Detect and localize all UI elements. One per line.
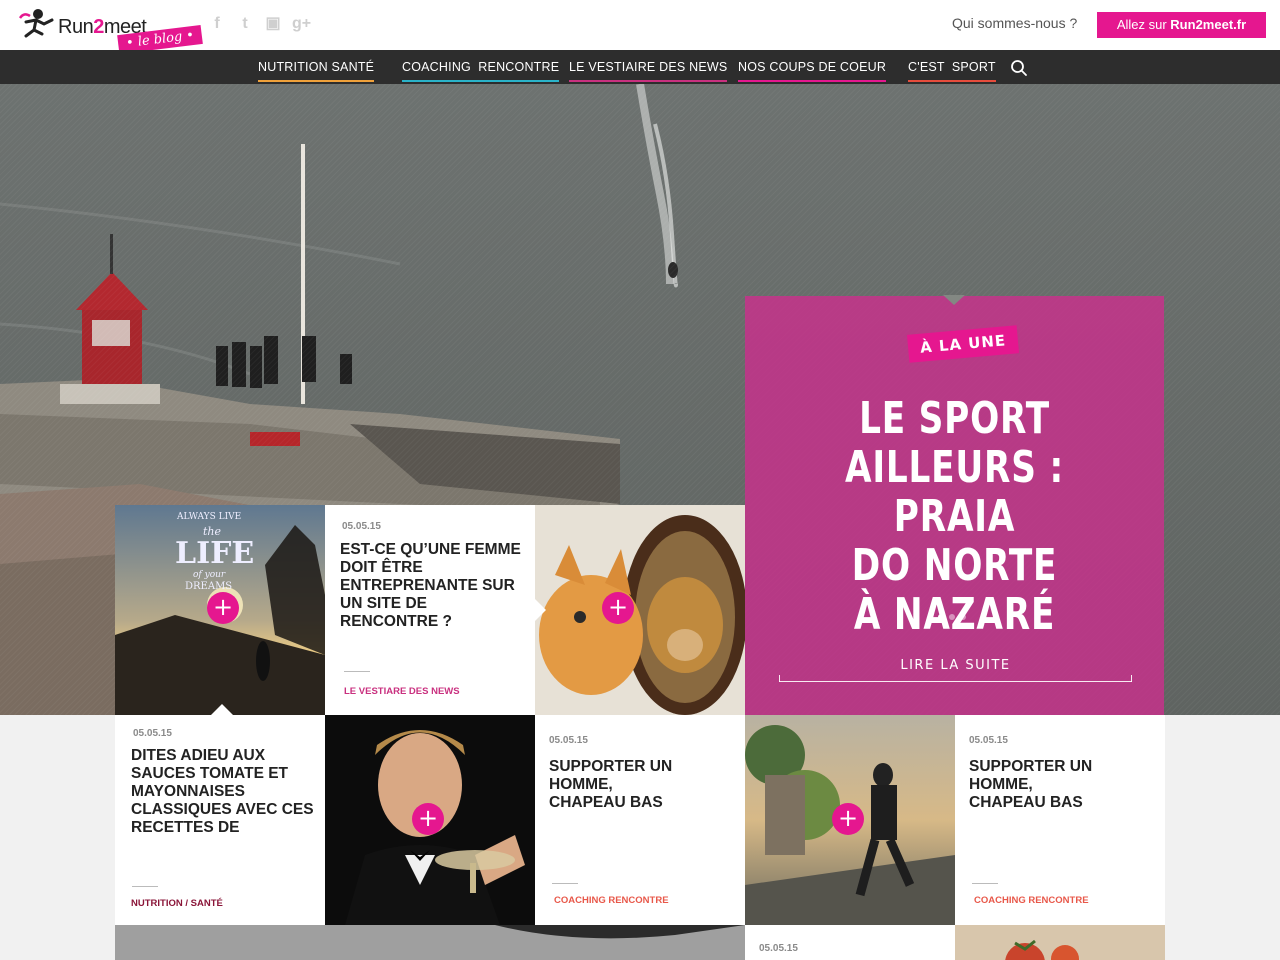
search-icon[interactable] <box>1010 59 1028 77</box>
card-pointer <box>211 704 233 715</box>
featured-tag: À LA UNE <box>906 325 1020 363</box>
card-pointer <box>535 599 546 621</box>
page: Run2meet • le blog • f t ▣ g+ Qui sommes… <box>0 0 1280 960</box>
nav-underline <box>569 80 728 82</box>
plus-button[interactable]: + <box>602 592 634 624</box>
featured-title-line: DO NORTE <box>851 540 1058 591</box>
twitter-icon[interactable]: t <box>236 14 254 34</box>
featured-article-panel[interactable]: À LA UNE LE SPORT AILLEURS : PRAIA DO NO… <box>745 295 1164 715</box>
plus-button[interactable]: + <box>412 803 444 835</box>
card-image-cat-lion[interactable]: + <box>535 505 745 715</box>
carousel-dot[interactable] <box>960 614 966 620</box>
wide-photo <box>115 925 745 960</box>
quote-text: of your <box>193 570 226 580</box>
read-more-link[interactable]: LIRE LA SUITE <box>779 656 1132 682</box>
card-image-runner[interactable]: + <box>745 715 955 925</box>
card-date: 05.05.15 <box>549 735 588 746</box>
nav-underline <box>402 80 560 82</box>
card-image-life-dreams[interactable]: ALWAYS LIVE the LIFE of your DREAMS + <box>115 505 325 715</box>
featured-title-line: AILLEURS : PRAIA <box>844 442 1065 542</box>
card-divider <box>132 886 158 887</box>
nav-item-vestiaire-news[interactable]: Le vestiaire des news <box>569 50 728 84</box>
nav-item-coups-de-coeur[interactable]: Nos coups de coeur <box>738 50 887 84</box>
go-to-site-button[interactable]: Allez sur Run2meet.fr <box>1097 12 1266 38</box>
card-article-sauces[interactable]: 05.05.15 DITES ADIEU AUX SAUCES TOMATE E… <box>115 715 325 925</box>
card-image-wide[interactable] <box>115 925 745 960</box>
card-divider <box>344 671 370 672</box>
plus-button[interactable]: + <box>832 803 864 835</box>
carousel-dot[interactable] <box>938 614 944 620</box>
featured-title[interactable]: LE SPORT AILLEURS : PRAIA DO NORTE À NAZ… <box>807 394 1103 639</box>
card-date: 05.05.15 <box>133 728 172 739</box>
nav-underline <box>738 80 887 82</box>
nav-item-coaching-rencontre[interactable]: Coaching Rencontre <box>402 50 560 84</box>
card-divider <box>552 883 578 884</box>
card-article-supporter-2[interactable]: 05.05.15 SUPPORTER UN HOMME, CHAPEAU BAS… <box>955 715 1165 925</box>
card-article-supporter-1[interactable]: 05.05.15 SUPPORTER UN HOMME, CHAPEAU BAS… <box>535 715 745 925</box>
card-category[interactable]: COACHING RENCONTRE <box>974 895 1089 906</box>
runner-logo-icon <box>18 9 54 38</box>
about-link[interactable]: Qui sommes-nous ? <box>952 15 1077 31</box>
nav-item-nutrition-sante[interactable]: Nutrition Santé <box>258 50 375 84</box>
top-bar: Run2meet • le blog • f t ▣ g+ Qui sommes… <box>0 0 1280 55</box>
card-date: 05.05.15 <box>969 735 1008 746</box>
nav-item-cest-sport[interactable]: C'est sport <box>908 50 996 84</box>
card-title[interactable]: SUPPORTER UN HOMME, CHAPEAU BAS <box>549 758 689 812</box>
card-article-row3[interactable]: 05.05.15 <box>745 925 955 960</box>
card-date: 05.05.15 <box>342 521 381 532</box>
facebook-icon[interactable]: f <box>208 14 226 34</box>
card-title[interactable]: SUPPORTER UN HOMME, CHAPEAU BAS <box>969 758 1109 812</box>
card-category[interactable]: LE VESTIARE DES NEWS <box>344 686 460 697</box>
carousel-dots <box>938 614 966 620</box>
card-article-femme[interactable]: 05.05.15 EST-CE QU’UNE FEMME DOIT ÊTRE E… <box>325 505 535 715</box>
social-links: f t ▣ g+ <box>208 14 311 34</box>
card-title[interactable]: DITES ADIEU AUX SAUCES TOMATE ET MAYONNA… <box>131 747 317 837</box>
featured-title-line: LE SPORT <box>859 393 1050 444</box>
carousel-dot[interactable] <box>949 614 955 620</box>
card-date: 05.05.15 <box>759 943 798 954</box>
nav-underline <box>258 80 375 82</box>
main-nav: Nutrition Santé Coaching Rencontre Le ve… <box>0 50 1280 84</box>
googleplus-icon[interactable]: g+ <box>292 14 311 34</box>
card-category[interactable]: COACHING RENCONTRE <box>554 895 669 906</box>
card-image-gatsby[interactable]: + <box>325 715 535 925</box>
quote-text: ALWAYS LIVE <box>176 512 241 522</box>
site-logo[interactable]: Run2meet • le blog • <box>14 6 204 55</box>
cat-lion-photo <box>535 505 745 715</box>
card-category[interactable]: NUTRITION / SANTÉ <box>131 898 223 909</box>
feature-notch <box>943 295 965 305</box>
card-divider <box>972 883 998 884</box>
nav-underline <box>908 80 996 82</box>
card-title[interactable]: EST-CE QU’UNE FEMME DOIT ÊTRE ENTREPRENA… <box>340 541 525 631</box>
plus-button[interactable]: + <box>207 592 239 624</box>
instagram-icon[interactable]: ▣ <box>264 14 282 34</box>
quote-text: DREAMS <box>185 581 232 592</box>
tomatoes-photo <box>955 925 1165 960</box>
quote-text: LIFE <box>175 536 254 571</box>
card-image-tomatoes[interactable] <box>955 925 1165 960</box>
